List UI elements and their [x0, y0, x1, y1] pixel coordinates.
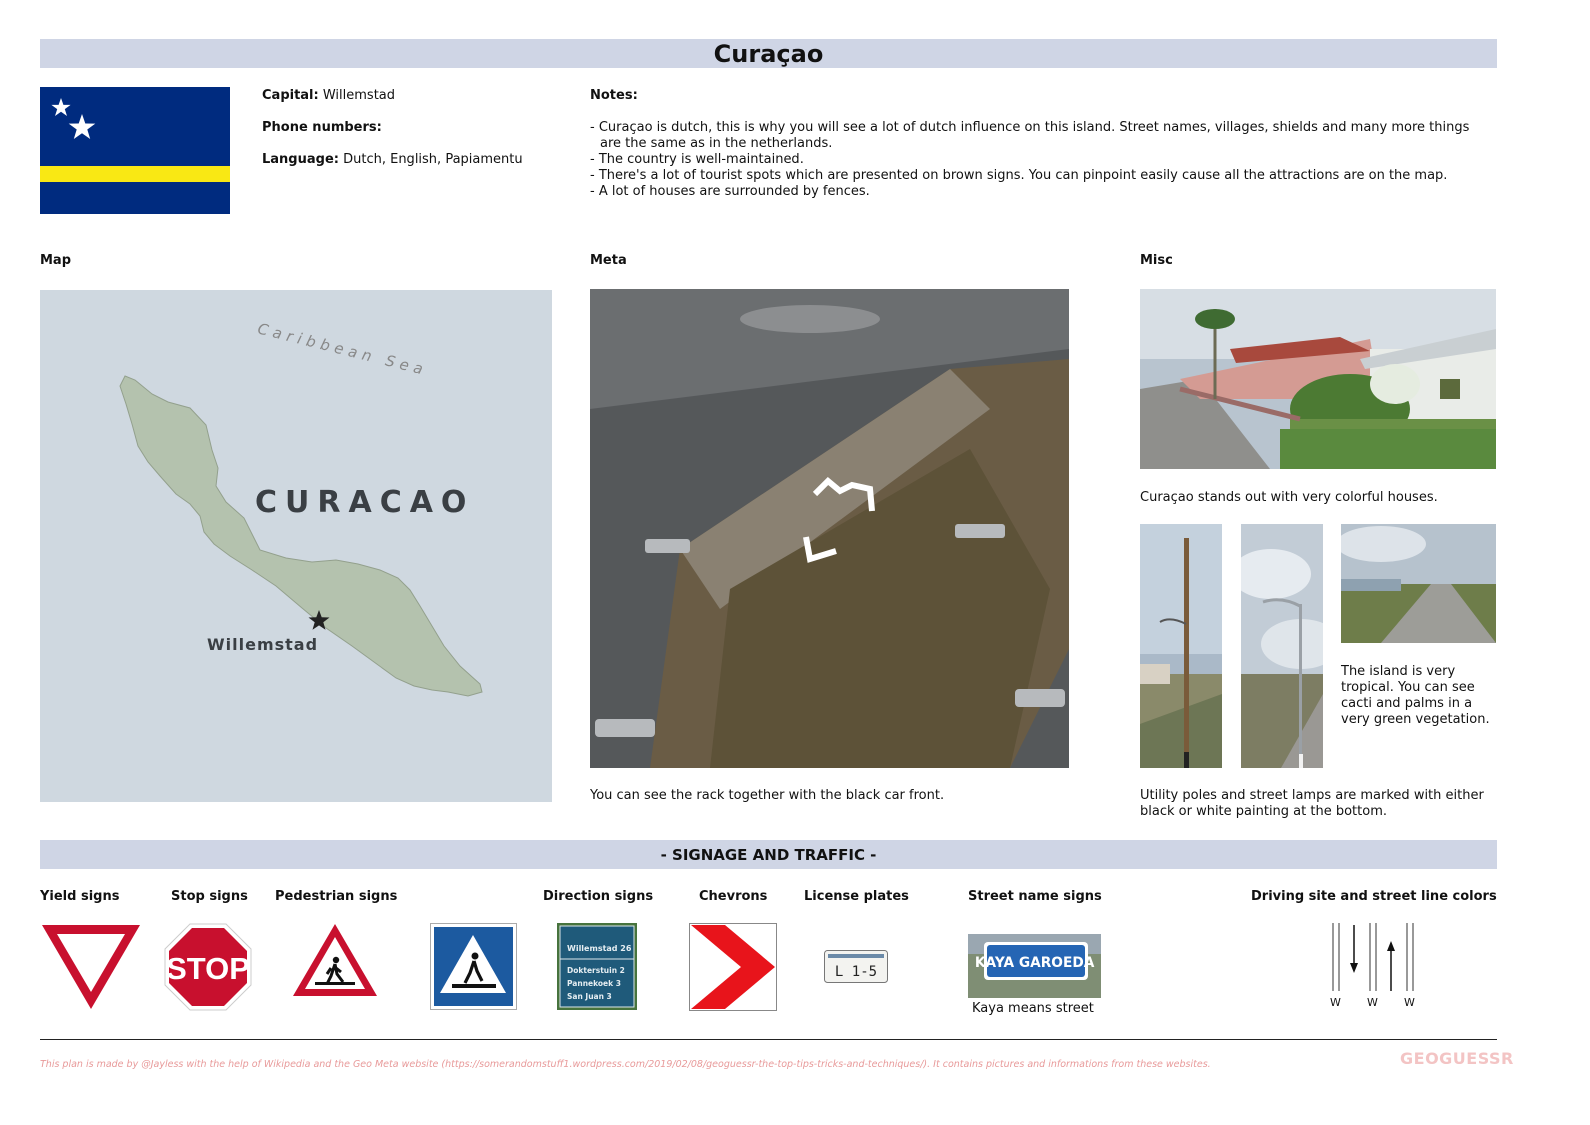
line-color-label: W	[1367, 996, 1378, 1009]
map-heading: Map	[40, 253, 72, 268]
capital-row: Capital: Willemstad	[262, 88, 395, 104]
signage-heading: - SIGNAGE AND TRAFFIC -	[40, 840, 1497, 869]
notes-heading: Notes:	[590, 88, 638, 103]
stop-label: Stop signs	[171, 889, 248, 904]
houses-caption: Curaçao stands out with very colorful ho…	[1140, 490, 1438, 505]
street-label: Street name signs	[968, 889, 1102, 904]
car-rack-photo	[590, 289, 1069, 768]
direction-sign-icon: Willemstad 26 Dokterstuin 2 Pannekoek 3 …	[557, 923, 637, 1010]
direction-top: Willemstad 26	[567, 944, 632, 953]
line-color-label: W	[1404, 996, 1415, 1009]
capital-label: Capital:	[262, 88, 319, 103]
chevrons-label: Chevrons	[699, 889, 768, 904]
curacao-flag-image	[40, 87, 230, 214]
note-item: - There's a lot of tourist spots which a…	[590, 168, 1448, 183]
page-title: Curaçao	[40, 39, 1497, 68]
tropical-road-photo	[1341, 524, 1496, 643]
meta-heading: Meta	[590, 253, 627, 268]
note-item: - A lot of houses are surrounded by fenc…	[590, 184, 870, 199]
street-name-sign-icon: KAYA GAROEDA	[968, 934, 1101, 998]
driving-lines-icon	[1332, 923, 1414, 991]
language-row: Language: Dutch, English, Papiamentu	[262, 152, 523, 168]
plate-text: L 1-5	[835, 964, 877, 980]
geoguessr-logo: GEOGUESSR	[1400, 1049, 1514, 1068]
tropical-caption: The island is very tropical. You can see…	[1341, 664, 1490, 727]
stop-sign-icon: STOP	[164, 923, 252, 1011]
footer-divider	[40, 1039, 1497, 1040]
notes-list: - Curaçao is dutch, this is why you will…	[590, 120, 1490, 200]
pedestrian-crossing-sign-icon	[430, 923, 517, 1010]
line-color-label: W	[1330, 996, 1341, 1009]
direction-label: Direction signs	[543, 889, 654, 904]
meta-caption: You can see the rack together with the b…	[590, 788, 945, 803]
poles-caption: Utility poles and street lamps are marke…	[1140, 788, 1484, 819]
phone-label: Phone numbers:	[262, 120, 382, 135]
direction-row: Pannekoek 3	[567, 979, 621, 988]
language-value: Dutch, English, Papiamentu	[343, 152, 523, 167]
capital-value: Willemstad	[322, 88, 396, 103]
direction-row: Dokterstuin 2	[567, 966, 625, 975]
colorful-houses-photo	[1140, 289, 1496, 469]
utility-pole-black-photo	[1140, 524, 1222, 768]
note-item: - Curaçao is dutch, this is why you will…	[590, 120, 1470, 151]
stop-text: STOP	[166, 951, 250, 986]
direction-row: San Juan 3	[567, 992, 612, 1001]
city-label: Willemstad	[207, 635, 318, 654]
yield-label: Yield signs	[40, 889, 120, 904]
yield-sign-icon	[42, 925, 140, 1009]
pedestrian-warning-sign-icon	[293, 924, 377, 996]
sea-label: Caribbean Sea	[256, 320, 430, 380]
note-item: - The country is well-maintained.	[590, 152, 804, 167]
footer-credit: This plan is made by @Jayless with the h…	[40, 1059, 1211, 1070]
island-map: Caribbean Sea CURACAO Willemstad	[40, 290, 552, 802]
pedestrian-label: Pedestrian signs	[275, 889, 398, 904]
chevron-sign-icon	[689, 923, 777, 1011]
license-plate-icon: L 1-5	[824, 950, 888, 983]
plates-label: License plates	[804, 889, 909, 904]
misc-heading: Misc	[1140, 253, 1173, 268]
driving-label: Driving site and street line colors	[1251, 889, 1497, 904]
country-label: CURACAO	[255, 485, 474, 520]
language-label: Language:	[262, 152, 339, 167]
street-sign-text: KAYA GAROEDA	[975, 955, 1095, 971]
phone-row: Phone numbers:	[262, 120, 382, 136]
street-caption: Kaya means street	[972, 1001, 1094, 1016]
street-lamp-white-photo	[1241, 524, 1323, 768]
